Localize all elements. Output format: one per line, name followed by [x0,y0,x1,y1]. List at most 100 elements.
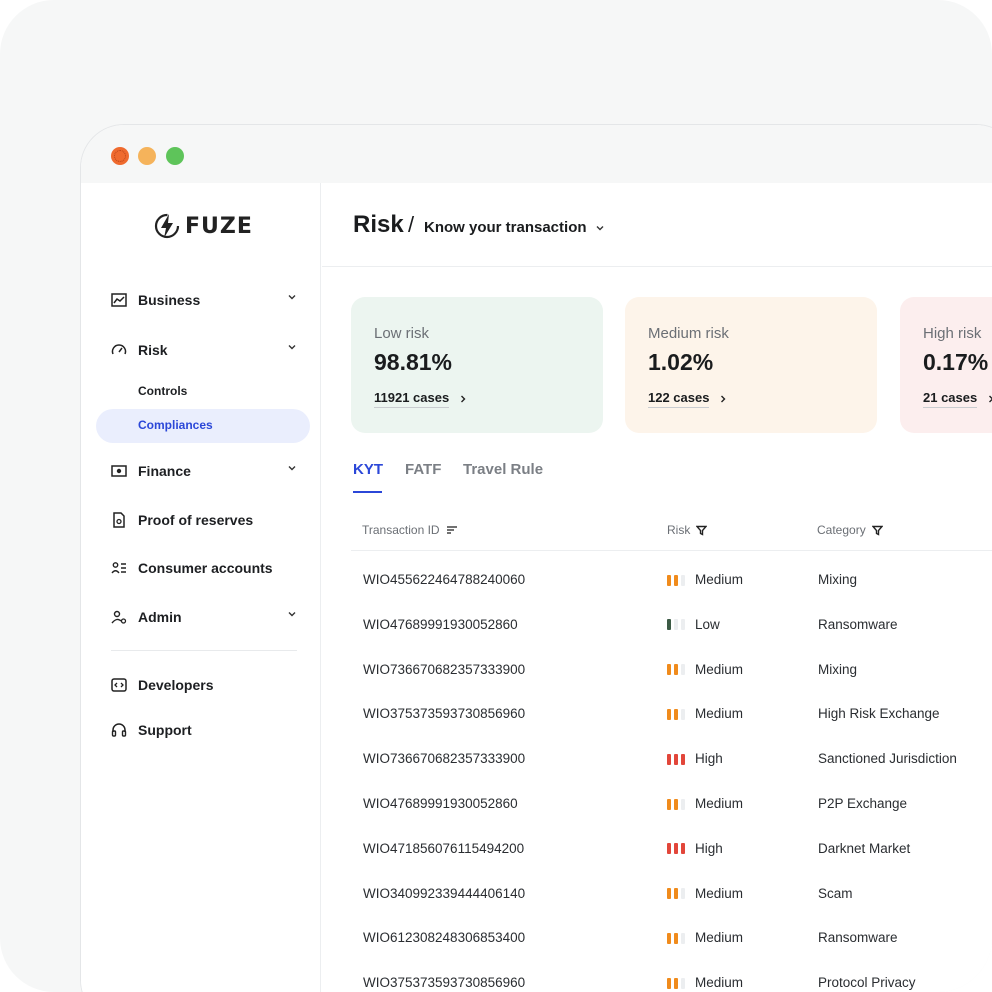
page-title[interactable]: Risk [353,211,404,239]
risk-label: Medium [695,975,744,991]
risk-level-bar [674,843,678,855]
breadcrumb-separator: / [408,212,415,237]
table-row[interactable]: WIO612308248306853400 Medium Ransomware [322,929,992,973]
minimize-window-button[interactable] [138,147,156,165]
card-value: 98.81% [374,349,453,375]
sidebar-item-label: Risk [138,342,168,358]
table-row[interactable]: WIO375373593730856960 Medium Protocol Priv… [322,974,992,992]
chevron-right-icon [989,395,992,403]
sidebar-item-finance[interactable]: Finance [111,460,297,482]
tab-travel-rule[interactable]: Travel Rule [463,461,543,478]
transaction-id-cell: WIO471856076115494200 [363,840,525,856]
risk-label: High [695,751,723,767]
risk-level-bar [674,708,678,720]
brand-name: FUZE [185,213,253,239]
column-label: Transaction ID [362,523,440,537]
users-list-icon [111,562,126,574]
risk-label: Medium [695,796,744,811]
active-tab-indicator [353,491,382,493]
card-label: High risk [923,325,982,342]
risk-label: Medium [695,572,744,587]
risk-level-bar [681,888,685,900]
code-icon [111,678,127,692]
risk-cell: Medium [667,795,743,813]
table-row[interactable]: WIO47689991930052860 Medium P2P Exchange [322,795,992,839]
risk-level-bar [681,753,685,765]
risk-level-indicator [667,574,685,586]
cases-link[interactable]: 11921 cases [374,390,467,408]
sidebar-subitem-compliances[interactable]: Compliances [138,418,213,432]
category-cell: Mixing [818,661,858,677]
title-bar [81,125,992,183]
category-cell: P2P Exchange [818,796,908,811]
chevron-right-icon [721,395,726,403]
app-window: FUZE Business Risk Controls Compliances … [80,124,992,992]
risk-level-bar [674,977,678,989]
tab-fatf[interactable]: FATF [405,461,441,478]
table-row[interactable]: WIO471856076115494200 High Darknet Market [322,840,992,884]
category-cell: Ransomware [818,616,898,632]
risk-level-bar [667,843,671,855]
table-row[interactable]: WIO736670682357333900 Medium Mixing [322,661,992,705]
transaction-id-cell: WIO736670682357333900 [363,661,526,677]
risk-level-bar [667,664,671,676]
risk-cell: Medium [667,705,743,723]
risk-level-bar [667,708,671,720]
transaction-id-cell: WIO375373593730856960 [363,706,526,722]
chart-icon [111,293,127,307]
risk-level-bar [674,619,678,631]
risk-level-indicator [667,888,685,900]
sidebar-item-consumer-accounts[interactable]: Consumer accounts [111,557,297,579]
category-cell: Protocol Privacy [818,975,916,991]
sidebar-item-admin[interactable]: Admin [111,606,297,628]
column-header-transaction-id[interactable]: Transaction ID [362,523,458,537]
breadcrumb-dropdown[interactable]: Know your transaction [424,219,605,236]
risk-cell: Medium [667,974,743,992]
chevron-down-icon [288,466,296,471]
table-row[interactable]: WIO47689991930052860 Low Ransomware [322,616,992,660]
cases-link[interactable]: 21 cases [923,390,992,408]
risk-level-bar [667,977,671,989]
risk-label: Medium [695,930,744,946]
sidebar-item-label: Admin [138,609,182,625]
risk-cell: Low [667,616,720,634]
column-header-risk[interactable]: Risk [667,523,708,537]
transaction-id-cell: WIO455622464788240060 [363,572,526,587]
breadcrumb-subtitle: Know your transaction [424,219,587,236]
category-cell: Darknet Market [818,840,911,856]
filter-icon [871,525,883,536]
category-cell: Ransomware [818,930,898,946]
risk-level-bar [667,932,671,944]
sidebar-item-proof-of-reserves[interactable]: Proof of reserves [111,509,297,531]
risk-cell: Medium [667,661,743,679]
risk-card-high: High risk 0.17% 21 cases [900,297,992,433]
sidebar-item-risk[interactable]: Risk [111,339,297,361]
sidebar: FUZE Business Risk Controls Compliances … [81,183,321,992]
tab-kyt[interactable]: KYT [353,461,383,478]
table-row[interactable]: WIO736670682357333900 High Sanctioned Juri… [322,750,992,794]
risk-level-bar [681,574,685,586]
close-window-button[interactable] [111,147,129,165]
transaction-id-cell: WIO375373593730856960 [363,975,526,991]
cash-icon [111,465,127,477]
sidebar-subitem-controls[interactable]: Controls [138,384,187,398]
app-frame: FUZE Business Risk Controls Compliances … [0,0,992,992]
sidebar-item-label: Developers [138,677,214,693]
transaction-id-cell: WIO47689991930052860 [363,616,518,632]
chevron-down-icon [288,345,296,350]
brand-logo[interactable]: FUZE [153,211,253,241]
cases-link[interactable]: 122 cases [648,390,727,408]
column-header-category[interactable]: Category [817,523,883,537]
table-row[interactable]: WIO340992339444406140 Medium Scam [322,885,992,929]
chevron-down-icon [596,225,604,230]
sidebar-item-support[interactable]: Support [111,719,297,741]
sidebar-item-business[interactable]: Business [111,289,297,311]
table-header-divider [351,550,992,551]
risk-level-indicator [667,664,685,676]
sidebar-item-developers[interactable]: Developers [111,674,297,696]
main-content: Risk / Know your transaction Low risk 98… [322,183,992,992]
category-cell: High Risk Exchange [818,706,940,722]
table-row[interactable]: WIO455622464788240060 Medium Mixing [322,571,992,615]
maximize-window-button[interactable] [166,147,184,165]
table-row[interactable]: WIO375373593730856960 Medium High Risk Exc… [322,705,992,749]
